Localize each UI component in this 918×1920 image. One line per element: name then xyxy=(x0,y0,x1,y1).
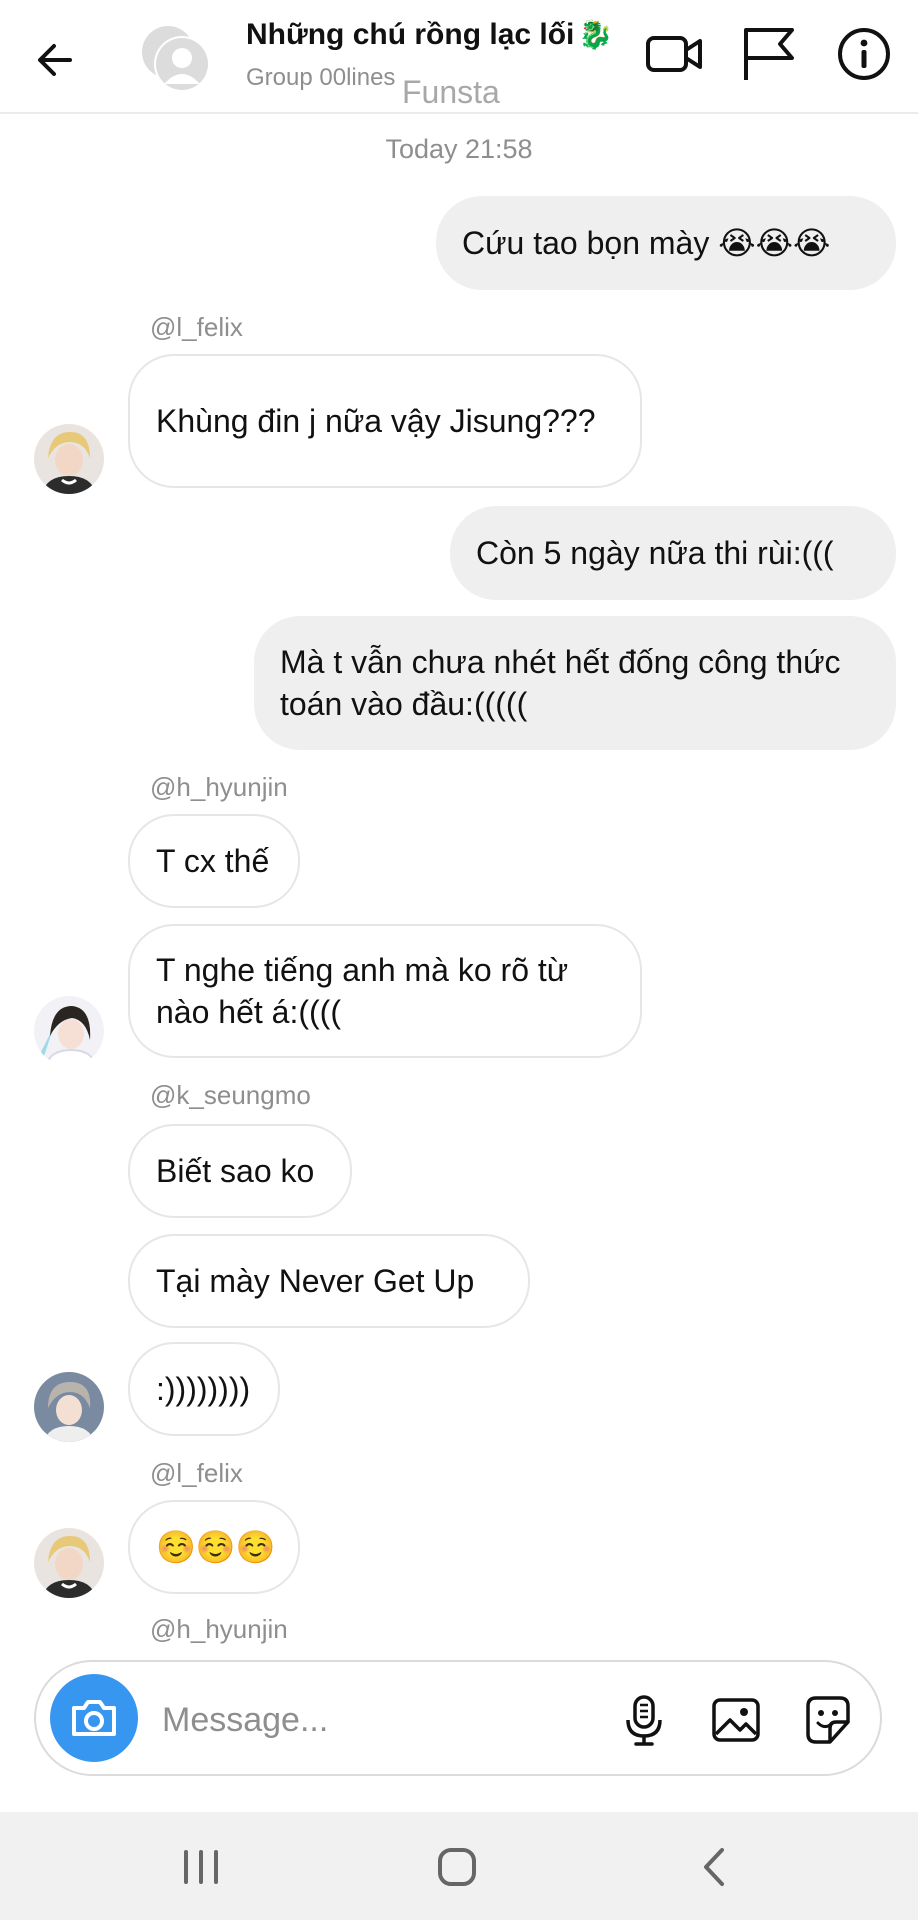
message-text: Cứu tao bọn mày 😭😭😭 xyxy=(462,225,831,261)
avatar-felix[interactable] xyxy=(34,1528,104,1598)
back-arrow-icon[interactable] xyxy=(30,34,82,86)
avatar-image xyxy=(34,424,104,494)
group-avatar-icon[interactable] xyxy=(138,20,214,96)
sender-name: @h_hyunjin xyxy=(150,1614,288,1644)
message-bubble-incoming[interactable]: T nghe tiếng anh mà ko rõ từ nào hết á:(… xyxy=(128,924,642,1058)
sticker-icon[interactable] xyxy=(800,1692,856,1748)
message-bubble-incoming[interactable]: :)))))))) xyxy=(128,1342,280,1436)
avatar-hyunjin[interactable] xyxy=(34,996,104,1066)
group-subtitle: Group 00lines xyxy=(246,64,396,91)
message-text: Khùng đin j nữa vậy Jisung??? xyxy=(156,403,596,439)
message-bubble-incoming[interactable]: T cx thế xyxy=(128,814,300,908)
chat-timestamp: Today 21:58 xyxy=(385,134,533,164)
camera-icon xyxy=(72,1700,116,1736)
message-text: ☺️☺️☺️ xyxy=(156,1529,276,1565)
avatar-image xyxy=(34,1528,104,1598)
video-call-icon[interactable] xyxy=(644,24,704,84)
message-text: T nghe tiếng anh mà ko rõ từ nào hết á:(… xyxy=(156,952,569,1030)
message-bubble-incoming[interactable]: Tại mày Never Get Up xyxy=(128,1234,530,1328)
gallery-icon[interactable] xyxy=(708,1692,764,1748)
message-composer xyxy=(34,1660,882,1776)
avatar-image xyxy=(34,996,104,1066)
message-bubble-outgoing[interactable]: Còn 5 ngày nữa thi rùi:((( xyxy=(450,506,896,600)
chat-header: Những chú rồng lạc lối 🐉 Group 00lines Fu… xyxy=(0,0,918,114)
message-bubble-outgoing[interactable]: Cứu tao bọn mày 😭😭😭 xyxy=(436,196,896,290)
sender-name: @l_felix xyxy=(150,1458,243,1488)
system-navigation-bar xyxy=(0,1812,918,1920)
message-text: :)))))))) xyxy=(156,1371,251,1407)
message-text: Mà t vẫn chưa nhét hết đống công thức to… xyxy=(280,644,841,722)
microphone-icon[interactable] xyxy=(616,1692,672,1748)
message-text: Biết sao ko xyxy=(156,1153,315,1189)
group-title[interactable]: Những chú rồng lạc lối 🐉 xyxy=(246,18,613,52)
info-icon[interactable] xyxy=(834,24,894,84)
watermark-text: Funsta xyxy=(402,74,500,110)
message-bubble-incoming[interactable]: Khùng đin j nữa vậy Jisung??? xyxy=(128,354,642,488)
message-text: T cx thế xyxy=(156,843,270,879)
message-input[interactable] xyxy=(160,1690,494,1750)
camera-button[interactable] xyxy=(50,1674,138,1762)
avatar-seungmo[interactable] xyxy=(34,1372,104,1442)
sender-name: @k_seungmo xyxy=(150,1080,311,1110)
message-bubble-incoming[interactable]: ☺️☺️☺️ xyxy=(128,1500,300,1594)
avatar-felix[interactable] xyxy=(34,424,104,494)
group-title-text: Những chú rồng lạc lối xyxy=(246,18,575,51)
dragon-emoji: 🐉 xyxy=(578,19,614,50)
avatar-image xyxy=(34,1372,104,1442)
message-bubble-incoming[interactable]: Biết sao ko xyxy=(128,1124,352,1218)
nav-back-icon[interactable] xyxy=(690,1842,740,1892)
message-text: Còn 5 ngày nữa thi rùi:((( xyxy=(476,535,834,571)
flag-icon[interactable] xyxy=(738,24,798,84)
sender-name: @h_hyunjin xyxy=(150,772,288,802)
message-text: Tại mày Never Get Up xyxy=(156,1263,475,1299)
recent-apps-icon[interactable] xyxy=(176,1842,226,1892)
home-icon[interactable] xyxy=(432,1842,482,1892)
message-bubble-outgoing[interactable]: Mà t vẫn chưa nhét hết đống công thức to… xyxy=(254,616,896,750)
sender-name: @l_felix xyxy=(150,312,243,342)
